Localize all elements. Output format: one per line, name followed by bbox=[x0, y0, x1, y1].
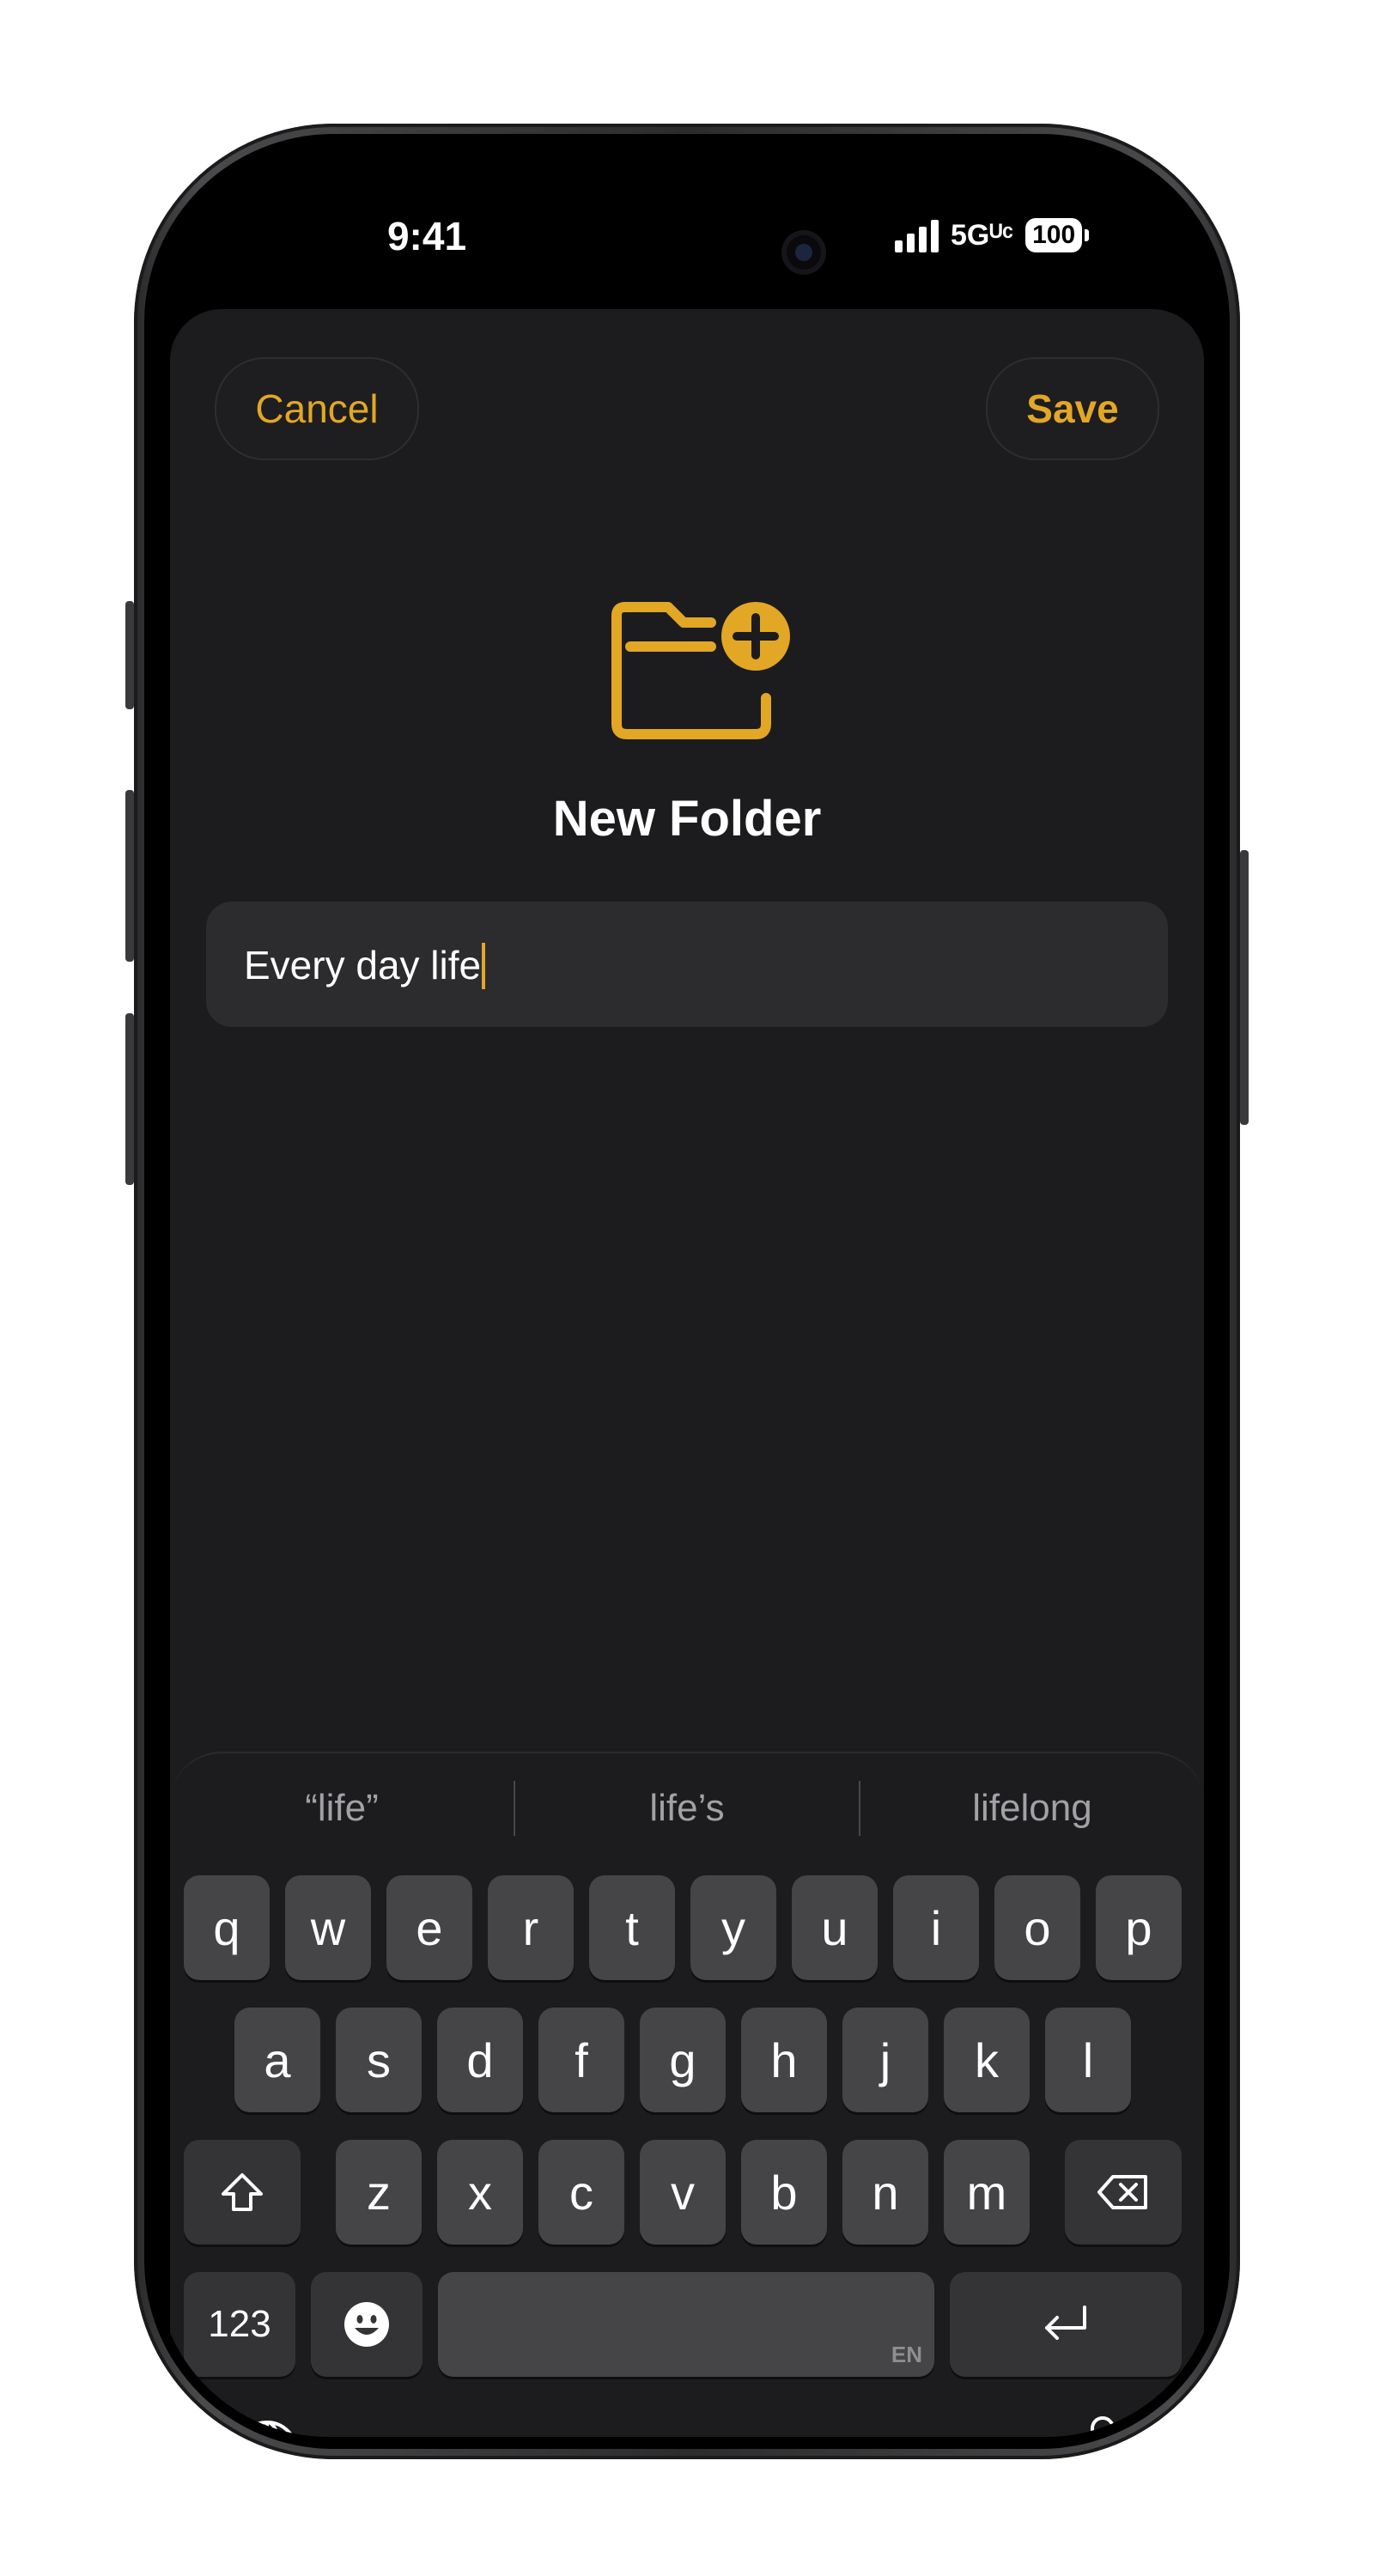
sheet-title: New Folder bbox=[552, 791, 822, 847]
shift-icon bbox=[222, 2173, 263, 2211]
battery-icon: 100 bbox=[1025, 218, 1090, 252]
key-b[interactable]: b bbox=[741, 2140, 827, 2245]
key-n[interactable]: n bbox=[842, 2140, 928, 2245]
emoji-key[interactable] bbox=[311, 2272, 423, 2377]
key-k[interactable]: k bbox=[944, 2008, 1030, 2112]
globe-icon[interactable] bbox=[234, 2418, 301, 2437]
return-key[interactable] bbox=[950, 2272, 1182, 2377]
suggestion-lifelong[interactable]: lifelong bbox=[860, 1787, 1204, 1830]
status-time: 9:41 bbox=[386, 214, 467, 258]
delete-key[interactable] bbox=[1065, 2140, 1182, 2245]
key-r[interactable]: r bbox=[488, 1875, 574, 1980]
folder-name-input[interactable]: Every day life bbox=[206, 902, 1168, 1027]
key-l[interactable]: l bbox=[1045, 2008, 1131, 2112]
key-x[interactable]: x bbox=[437, 2140, 523, 2245]
key-s[interactable]: s bbox=[336, 2008, 422, 2112]
key-d[interactable]: d bbox=[437, 2008, 523, 2112]
front-camera bbox=[781, 230, 826, 275]
text-caret bbox=[482, 943, 486, 989]
key-v[interactable]: v bbox=[640, 2140, 726, 2245]
delete-icon bbox=[1097, 2175, 1147, 2209]
power-button bbox=[1240, 850, 1249, 1125]
key-q[interactable]: q bbox=[184, 1875, 270, 1980]
microphone-icon[interactable] bbox=[1075, 2415, 1130, 2437]
folder-badge-plus-icon bbox=[611, 602, 790, 739]
key-j[interactable]: j bbox=[842, 2008, 928, 2112]
space-bar[interactable]: EN bbox=[438, 2272, 934, 2377]
key-i[interactable]: i bbox=[893, 1875, 979, 1980]
key-a[interactable]: a bbox=[234, 2008, 320, 2112]
return-icon bbox=[1045, 2306, 1086, 2340]
predictive-suggestions: “life” life’s lifelong bbox=[170, 1753, 1204, 1863]
key-y[interactable]: y bbox=[690, 1875, 776, 1980]
save-button[interactable]: Save bbox=[986, 357, 1159, 460]
volume-down-button bbox=[125, 1013, 134, 1185]
key-e[interactable]: e bbox=[386, 1875, 472, 1980]
new-folder-sheet: Cancel Save New Folder Every day life “l… bbox=[170, 309, 1204, 2437]
screen: 9:41 5Gᵁᶜ 100 Cancel Save New Folder Eve… bbox=[156, 146, 1218, 2437]
battery-level: 100 bbox=[1025, 218, 1083, 252]
numbers-key[interactable]: 123 bbox=[184, 2272, 295, 2377]
suggestion-quoted[interactable]: “life” bbox=[170, 1787, 514, 1830]
status-indicators: 5Gᵁᶜ 100 bbox=[895, 218, 1090, 252]
key-g[interactable]: g bbox=[640, 2008, 726, 2112]
key-u[interactable]: u bbox=[792, 1875, 878, 1980]
keyboard: “life” life’s lifelong q w e r t y u i o… bbox=[170, 1752, 1204, 2437]
key-o[interactable]: o bbox=[994, 1875, 1080, 1980]
shift-key[interactable] bbox=[184, 2140, 301, 2245]
cancel-button[interactable]: Cancel bbox=[215, 357, 419, 460]
keyboard-language-label: EN bbox=[891, 2342, 922, 2367]
action-button bbox=[125, 601, 134, 709]
key-m[interactable]: m bbox=[944, 2140, 1030, 2245]
key-z[interactable]: z bbox=[336, 2140, 422, 2245]
key-t[interactable]: t bbox=[589, 1875, 675, 1980]
key-w[interactable]: w bbox=[285, 1875, 371, 1980]
key-h[interactable]: h bbox=[741, 2008, 827, 2112]
suggestion-lifes[interactable]: life’s bbox=[515, 1787, 859, 1830]
volume-up-button bbox=[125, 790, 134, 962]
cellular-signal-icon bbox=[895, 218, 939, 252]
key-c[interactable]: c bbox=[538, 2140, 624, 2245]
network-type: 5Gᵁᶜ bbox=[951, 218, 1014, 252]
emoji-icon bbox=[344, 2302, 389, 2347]
key-p[interactable]: p bbox=[1096, 1875, 1182, 1980]
folder-name-value: Every day life bbox=[244, 943, 482, 987]
key-f[interactable]: f bbox=[538, 2008, 624, 2112]
